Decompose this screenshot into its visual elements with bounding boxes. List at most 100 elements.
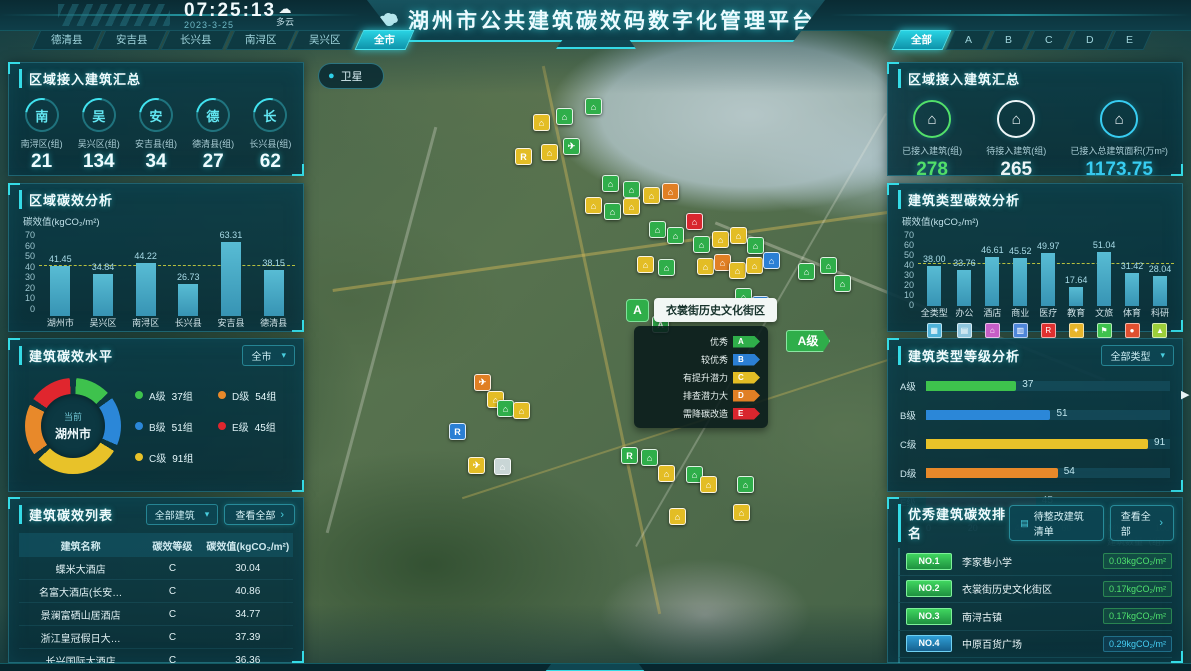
tab-grade-E[interactable]: E	[1107, 30, 1153, 50]
tab-region-全市[interactable]: 全市	[354, 30, 414, 50]
grade-bar-row: B级51	[900, 407, 1170, 422]
tab-region-长兴县[interactable]: 长兴县	[161, 30, 231, 50]
table-row[interactable]: 蝶米大酒店C30.04	[19, 557, 293, 580]
building-marker[interactable]: ⌂	[730, 227, 747, 244]
building-marker[interactable]: ⌂	[513, 402, 530, 419]
building-marker[interactable]: ✈	[474, 374, 491, 391]
y-tick: 30	[25, 272, 35, 282]
tab-region-德清县[interactable]: 德清县	[32, 30, 102, 50]
tab-region-吴兴区[interactable]: 吴兴区	[290, 30, 360, 50]
building-marker[interactable]: ⌂	[712, 231, 729, 248]
tab-region-安吉县[interactable]: 安吉县	[96, 30, 166, 50]
building-marker[interactable]: ⌂	[585, 98, 602, 115]
building-marker[interactable]: ⌂	[641, 449, 658, 466]
building-marker[interactable]: ✈	[563, 138, 580, 155]
building-marker[interactable]: ⌂	[643, 187, 660, 204]
bar-category: 文旅	[1095, 306, 1113, 320]
y-tick: 60	[25, 241, 35, 251]
building-icon: ⌂	[997, 100, 1035, 138]
building-marker[interactable]: ⌂	[649, 221, 666, 238]
building-marker[interactable]: ⌂	[533, 114, 550, 131]
building-marker[interactable]: ⌂	[556, 108, 573, 125]
building-marker[interactable]: ⌂	[700, 476, 717, 493]
bar	[927, 266, 941, 306]
type-icon: ▥	[1013, 323, 1028, 338]
next-page-arrow[interactable]: ▶	[1181, 388, 1189, 401]
building-marker[interactable]: ⌂	[658, 465, 675, 482]
tab-grade-C[interactable]: C	[1026, 30, 1072, 50]
ranking-row[interactable]: NO.4中原百货广场0.29kgCO₂/m²	[898, 631, 1172, 659]
building-marker[interactable]: R	[621, 447, 638, 464]
ranking-row[interactable]: NO.3南浔古镇0.17kgCO₂/m²	[898, 603, 1172, 631]
city-scope-dropdown[interactable]: 全市 ▾	[242, 345, 295, 366]
rectify-list-button[interactable]: ▤ 待整改建筑清单	[1009, 505, 1103, 541]
building-marker[interactable]: ✈	[468, 457, 485, 474]
building-marker[interactable]: ⌂	[662, 183, 679, 200]
building-marker[interactable]: R	[449, 423, 466, 440]
building-marker[interactable]: ⌂	[658, 259, 675, 276]
tab-grade-D[interactable]: D	[1066, 30, 1112, 50]
table-row[interactable]: 浙江皇冠假日大…C37.39	[19, 626, 293, 649]
tab-region-南浔区[interactable]: 南浔区	[225, 30, 295, 50]
table-row[interactable]: 名富大酒店(长安…C40.86	[19, 580, 293, 603]
building-filter-dropdown[interactable]: 全部建筑 ▾	[146, 504, 219, 525]
y-tick: 20	[25, 283, 35, 293]
donut-legend-item: D级54组	[218, 388, 297, 403]
building-marker[interactable]: ⌂	[733, 504, 750, 521]
building-marker[interactable]: ⌂	[834, 275, 851, 292]
building-marker[interactable]: ⌂	[541, 144, 558, 161]
panel-title: 建筑碳效水平	[19, 346, 113, 365]
carbon-value: 34.77	[203, 609, 293, 620]
bar-track: 54	[926, 468, 1170, 478]
ranking-row[interactable]: NO.2衣裳街历史文化街区0.17kgCO₂/m²	[898, 576, 1172, 604]
bar-value: 38.15	[262, 258, 285, 268]
ranking-carbon-value: 0.03kgCO₂/m²	[1103, 553, 1172, 569]
building-marker[interactable]: ⌂	[693, 236, 710, 253]
building-marker[interactable]: ⌂	[697, 258, 714, 275]
tab-grade-全部[interactable]: 全部	[892, 30, 952, 50]
building-marker[interactable]: ⌂	[798, 263, 815, 280]
building-marker[interactable]: ⌂	[667, 227, 684, 244]
building-marker[interactable]: ⌂	[585, 197, 602, 214]
type-filter-dropdown[interactable]: 全部类型 ▾	[1101, 345, 1174, 366]
building-marker[interactable]: ⌂	[763, 252, 780, 269]
panel-title: 建筑碳效列表	[19, 505, 113, 524]
region-ring-icon: 长	[247, 91, 294, 138]
stat-value: 265	[986, 159, 1046, 181]
region-label: 南浔区(组)	[14, 137, 70, 150]
bar-track: 51	[926, 410, 1170, 420]
column-header: 碳效等级	[142, 538, 202, 553]
building-marker[interactable]: ⌂	[729, 262, 746, 279]
legend-label: D级	[232, 388, 249, 403]
building-marker[interactable]: ⌂	[747, 237, 764, 254]
ranking-row[interactable]: NO.1李家巷小学0.03kgCO₂/m²	[898, 548, 1172, 576]
region-char: 吴	[92, 106, 105, 125]
tab-label: D	[1086, 31, 1094, 49]
view-all-button[interactable]: 查看全部 ›	[224, 504, 295, 525]
map-tooltip: A 衣裳街历史文化街区	[626, 298, 777, 322]
building-marker[interactable]: ⌂	[494, 458, 511, 475]
building-marker[interactable]: ⌂	[497, 400, 514, 417]
rank-badge: NO.3	[906, 608, 952, 625]
building-marker[interactable]: ⌂	[820, 257, 837, 274]
legend-label: 优秀	[710, 335, 728, 348]
building-marker[interactable]: ⌂	[669, 508, 686, 525]
building-marker[interactable]: ⌂	[623, 181, 640, 198]
building-marker[interactable]: ⌂	[637, 256, 654, 273]
bar-value: 31.42	[1121, 261, 1144, 271]
tab-grade-B[interactable]: B	[986, 30, 1032, 50]
tab-grade-A[interactable]: A	[946, 30, 992, 50]
building-marker[interactable]: R	[515, 148, 532, 165]
building-marker[interactable]: ⌂	[602, 175, 619, 192]
building-marker[interactable]: ⌂	[604, 203, 621, 220]
dropdown-value: 全市	[251, 348, 271, 363]
reference-line	[39, 265, 295, 266]
bar-category: 湖州市	[47, 316, 74, 330]
building-marker[interactable]: ⌂	[746, 257, 763, 274]
building-marker[interactable]: ⌂	[623, 198, 640, 215]
satellite-layer-toggle[interactable]: ● 卫星	[318, 63, 384, 89]
table-row[interactable]: 景澜富硒山居酒店C34.77	[19, 603, 293, 626]
building-marker[interactable]: ⌂	[737, 476, 754, 493]
view-all-button[interactable]: 查看全部 ›	[1110, 505, 1174, 541]
building-marker[interactable]: ⌂	[686, 213, 703, 230]
